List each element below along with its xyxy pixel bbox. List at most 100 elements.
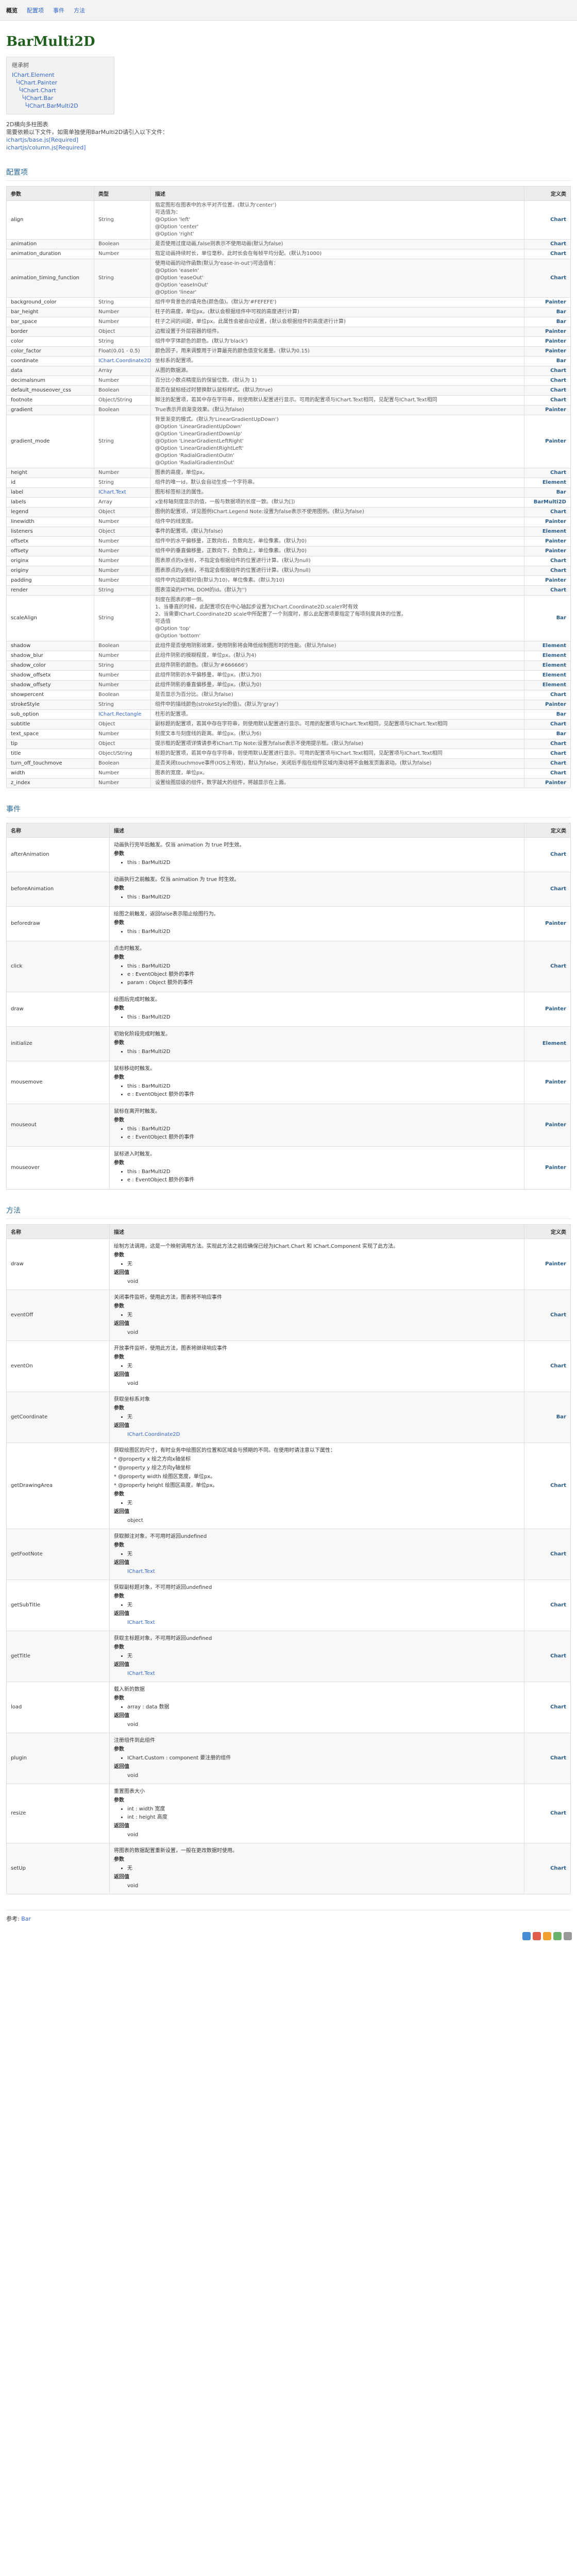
method-defined-class[interactable]: Chart [524,1443,571,1529]
param-defined-class[interactable]: Chart [524,585,571,596]
requires-link[interactable]: ichartjs/column.js[Required] [6,144,571,151]
param-defined-class[interactable]: Bar [524,487,571,498]
method-defined-class[interactable]: Bar [524,1392,571,1443]
param-defined-class[interactable]: Chart [524,366,571,376]
nav-overview[interactable]: 概览 [6,6,18,14]
param-defined-class[interactable]: Painter [524,700,571,710]
param-defined-class[interactable]: Chart [524,749,571,759]
param-defined-class[interactable]: Chart [524,239,571,249]
inheritance-item[interactable]: └IChart.Painter [12,79,109,87]
return-value[interactable]: IChart.Coordinate2D [127,1431,520,1438]
method-row: eventOff 关闭事件监听，使用此方法，图表将不响应事件参数无返回值 void C… [6,1290,571,1341]
nav-methods[interactable]: 方法 [74,6,85,14]
share-icon[interactable] [553,1932,562,1940]
param-defined-class[interactable]: Element [524,527,571,537]
inheritance-item[interactable]: └IChart.Chart [12,87,109,94]
event-defined-class[interactable]: Painter [524,906,571,941]
param-defined-class[interactable]: Painter [524,327,571,337]
param-defined-class[interactable]: Chart [524,690,571,700]
param-desc: 图表原点的x坐标，不指定会根据组件的位置进行计算。(默认为null) [150,556,524,566]
event-defined-class[interactable]: Painter [524,1146,571,1190]
method-defined-class[interactable]: Chart [524,1341,571,1392]
param-type[interactable]: IChart.Rectangle [94,709,151,720]
method-defined-class[interactable]: Chart [524,1290,571,1341]
param-defined-class[interactable]: Chart [524,566,571,576]
param-defined-class[interactable]: Painter [524,778,571,788]
requires-link[interactable]: ichartjs/base.js[Required] [6,136,571,144]
param-defined-class[interactable]: Painter [524,346,571,357]
params-heading: 参数 [114,1075,124,1080]
param-defined-class[interactable]: Chart [524,739,571,749]
config-row: coordinate IChart.Coordinate2D 坐标系的配置项。 Bar [6,356,571,366]
param-name: padding [6,575,94,586]
param-defined-class[interactable]: Element [524,670,571,681]
share-icon[interactable] [522,1932,531,1940]
param-defined-class[interactable]: Painter [524,297,571,308]
inheritance-item[interactable]: IChart.Element [12,71,109,79]
param-defined-class[interactable]: Chart [524,556,571,566]
method-defined-class[interactable]: Chart [524,1784,571,1843]
param-defined-class[interactable]: Painter [524,546,571,556]
param-defined-class[interactable]: Chart [524,376,571,386]
param-defined-class[interactable]: Element [524,478,571,488]
param-defined-class[interactable]: Bar [524,317,571,327]
event-defined-class[interactable]: Element [524,1026,571,1061]
return-value[interactable]: IChart.Text [127,1670,520,1677]
param-defined-class[interactable]: Chart [524,768,571,778]
param-defined-class[interactable]: Element [524,651,571,661]
method-defined-class[interactable]: Chart [524,1843,571,1894]
param-defined-class[interactable]: Element [524,680,571,690]
method-defined-class[interactable]: Chart [524,1682,571,1733]
param-defined-class[interactable]: Element [524,641,571,651]
share-icon[interactable] [564,1932,572,1940]
return-value[interactable]: IChart.Text [127,1568,520,1575]
param-defined-class[interactable]: Bar [524,307,571,317]
footer-link[interactable]: Bar [21,1916,31,1922]
param-defined-class[interactable]: Painter [524,405,571,415]
share-icon[interactable] [533,1932,541,1940]
param-defined-class[interactable]: BarMulti2D [524,497,571,507]
event-defined-class[interactable]: Chart [524,872,571,907]
param-defined-class[interactable]: Chart [524,395,571,405]
param-type[interactable]: IChart.Text [94,487,151,498]
method-defined-class[interactable]: Chart [524,1733,571,1784]
method-defined-class[interactable]: Chart [524,1580,571,1631]
param-defined-class[interactable]: Painter [524,536,571,547]
param-defined-class[interactable]: Bar [524,729,571,739]
inheritance-item[interactable]: └IChart.Bar [12,94,109,102]
nav-config[interactable]: 配置项 [27,6,44,14]
param-defined-class[interactable]: Chart [524,249,571,259]
method-defined-class[interactable]: Chart [524,1631,571,1682]
param-desc: 指定动画持续时长，单位毫秒。此时长会在每帧平均分配。(默认为1000) [150,249,524,259]
param-name: width [6,768,94,778]
nav-events[interactable]: 事件 [53,6,64,14]
param-defined-class[interactable]: Chart [524,719,571,730]
param-defined-class[interactable]: Chart [524,507,571,517]
method-defined-class[interactable]: Painter [524,1239,571,1290]
param-defined-class[interactable]: Painter [524,517,571,527]
param-defined-class[interactable]: Bar [524,709,571,720]
return-value[interactable]: IChart.Text [127,1619,520,1626]
param-defined-class[interactable]: Bar [524,595,571,641]
param-defined-class[interactable]: Chart [524,468,571,478]
param-defined-class[interactable]: Element [524,660,571,671]
param-defined-class[interactable]: Painter [524,575,571,586]
event-defined-class[interactable]: Chart [524,837,571,872]
param-defined-class[interactable]: Painter [524,415,571,468]
event-defined-class[interactable]: Painter [524,1104,571,1147]
param-defined-class[interactable]: Bar [524,356,571,366]
param-defined-class[interactable]: Chart [524,200,571,240]
event-defined-class[interactable]: Painter [524,992,571,1027]
param-defined-class[interactable]: Chart [524,259,571,298]
event-defined-class[interactable]: Chart [524,941,571,992]
param-desc-line: @Option 'LinearGradientRightLeft' [155,446,244,451]
param-type: Number [94,556,151,566]
method-defined-class[interactable]: Chart [524,1529,571,1580]
event-defined-class[interactable]: Painter [524,1061,571,1104]
share-icon[interactable] [543,1932,551,1940]
event-desc-cell: 绘图之前触发，返回false表示阻止绘图行为。参数this : BarMulti… [109,906,524,941]
param-defined-class[interactable]: Painter [524,336,571,347]
param-defined-class[interactable]: Chart [524,385,571,396]
param-defined-class[interactable]: Chart [524,758,571,769]
param-type[interactable]: IChart.Coordinate2D [94,356,151,366]
